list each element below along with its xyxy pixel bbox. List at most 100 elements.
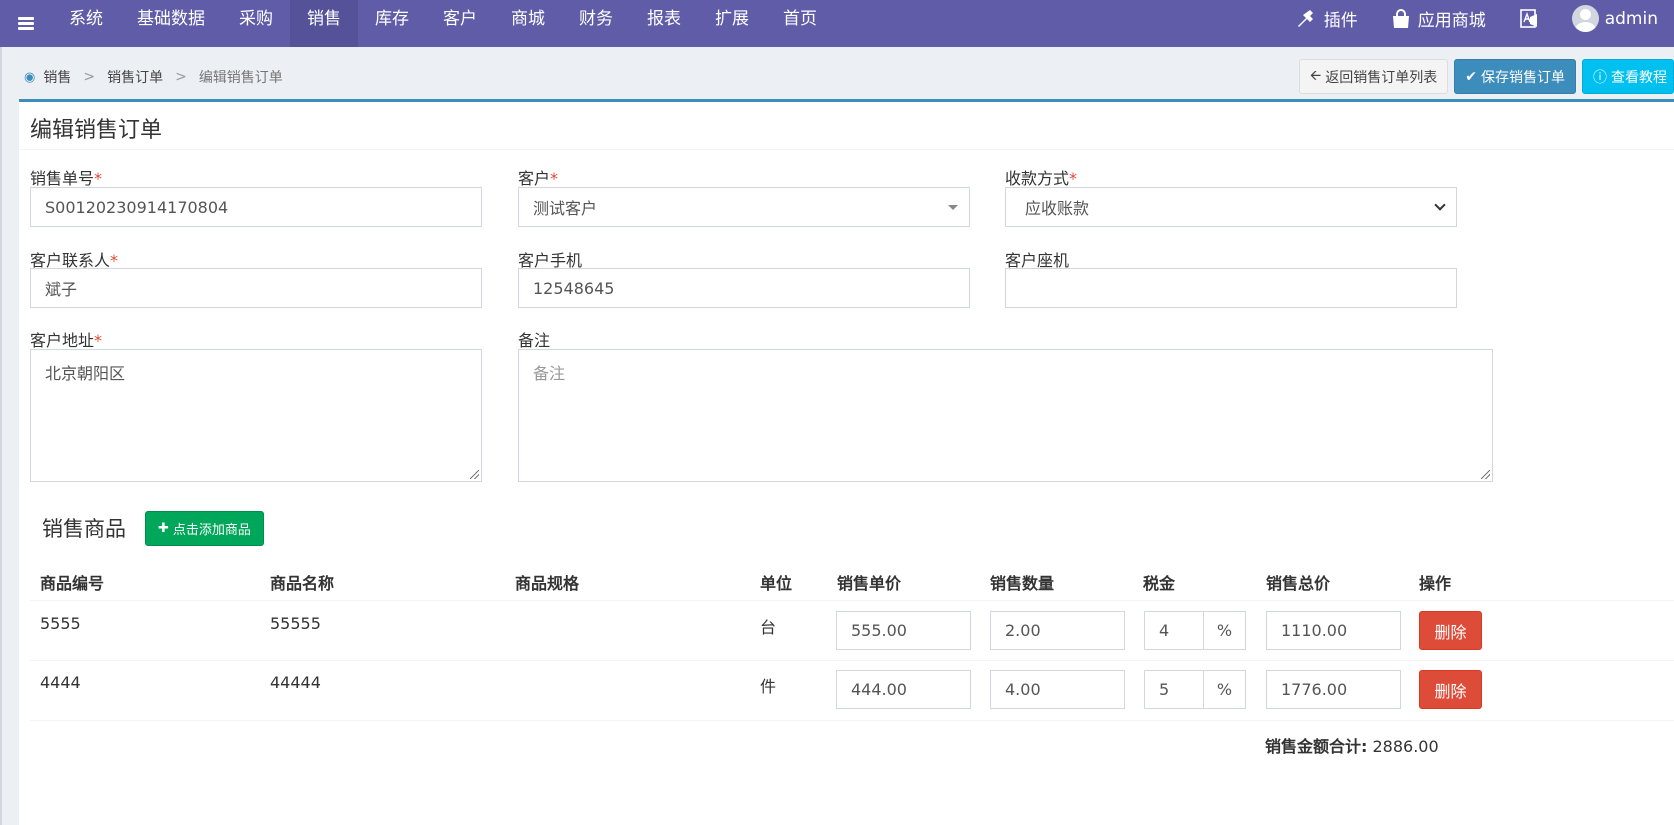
quantity-input[interactable]: 2.00 bbox=[990, 611, 1125, 650]
page-actions: 🡨 返回销售订单列表 ✔ 保存销售订单 ⓘ 查看教程 bbox=[1298, 59, 1674, 94]
customer-value: 测试客户 bbox=[533, 199, 598, 218]
add-product-button[interactable]: ✚ 点击添加商品 bbox=[145, 511, 264, 546]
save-order-label: 保存销售订单 bbox=[1481, 69, 1565, 86]
customer-select[interactable]: 测试客户 bbox=[518, 187, 970, 227]
back-to-list-button[interactable]: 🡨 返回销售订单列表 bbox=[1298, 59, 1449, 94]
row-divider bbox=[30, 720, 1674, 721]
column-header: 单位 bbox=[760, 574, 793, 593]
avatar bbox=[1571, 5, 1599, 32]
breadcrumb-separator: > bbox=[175, 69, 187, 85]
nav-item-reports[interactable]: 报表 bbox=[630, 0, 698, 47]
address-label: 客户地址* bbox=[30, 331, 103, 350]
plugin-link[interactable]: 插件 bbox=[1280, 0, 1374, 47]
breadcrumb-current: 编辑销售订单 bbox=[198, 70, 283, 86]
order-no-label: 销售单号* bbox=[30, 169, 103, 188]
nav-item-inventory[interactable]: 库存 bbox=[358, 0, 426, 47]
nav-item-home[interactable]: 首页 bbox=[766, 0, 834, 47]
product-unit: 件 bbox=[760, 677, 777, 696]
plus-icon: ✚ bbox=[158, 521, 169, 536]
mobile-field[interactable]: 12548645 bbox=[518, 268, 970, 308]
resize-handle[interactable] bbox=[470, 470, 479, 479]
translate-icon bbox=[1519, 8, 1537, 28]
breadcrumb-separator: > bbox=[83, 69, 96, 85]
sales-total-label: 销售金额合计: bbox=[1265, 737, 1368, 756]
sales-total-value: 2886.00 bbox=[1372, 737, 1439, 756]
customer-label: 客户* bbox=[518, 169, 559, 188]
product-unit: 台 bbox=[760, 618, 777, 637]
main-menu: 系统 基础数据 采购 销售 库存 客户 商城 财务 报表 扩展 首页 bbox=[52, 0, 834, 47]
add-product-label: 点击添加商品 bbox=[172, 523, 251, 538]
nav-item-system[interactable]: 系统 bbox=[52, 0, 120, 47]
nav-item-mall[interactable]: 商城 bbox=[494, 0, 562, 47]
view-tutorial-button[interactable]: ⓘ 查看教程 bbox=[1582, 59, 1674, 94]
app-store-label: 应用商城 bbox=[1417, 11, 1486, 31]
check-icon: ✔ bbox=[1465, 68, 1477, 85]
app-store-link[interactable]: 应用商城 bbox=[1374, 0, 1502, 47]
column-header: 商品名称 bbox=[270, 574, 335, 593]
order-no-field[interactable]: S00120230914170804 bbox=[30, 187, 482, 227]
column-header: 商品编号 bbox=[40, 574, 105, 593]
percent-addon: % bbox=[1203, 611, 1246, 650]
page-title: 编辑销售订单 bbox=[30, 118, 163, 143]
percent-addon: % bbox=[1203, 670, 1246, 709]
product-code: 4444 bbox=[40, 673, 81, 692]
product-name: 55555 bbox=[270, 614, 321, 633]
plug-icon bbox=[1297, 9, 1313, 27]
column-header: 销售单价 bbox=[837, 574, 902, 593]
info-circle-icon: ⓘ bbox=[1593, 69, 1607, 86]
nav-item-purchase[interactable]: 采购 bbox=[222, 0, 290, 47]
remark-placeholder: 备注 bbox=[533, 364, 566, 383]
breadcrumb-parent[interactable]: 销售订单 bbox=[107, 67, 163, 87]
nav-item-finance[interactable]: 财务 bbox=[562, 0, 630, 47]
menu-toggle-icon[interactable] bbox=[0, 0, 52, 47]
nav-item-base-data[interactable]: 基础数据 bbox=[120, 0, 222, 47]
shopping-bag-icon bbox=[1392, 8, 1409, 28]
plugin-label: 插件 bbox=[1323, 11, 1358, 31]
total-input[interactable]: 1110.00 bbox=[1266, 611, 1401, 650]
total-input[interactable]: 1776.00 bbox=[1266, 670, 1401, 709]
product-name: 44444 bbox=[270, 673, 321, 692]
back-to-list-label: 返回销售订单列表 bbox=[1325, 69, 1438, 86]
column-header: 操作 bbox=[1419, 574, 1452, 593]
column-header: 销售总价 bbox=[1266, 574, 1331, 593]
arrow-left-icon: 🡨 bbox=[1309, 67, 1322, 84]
delete-row-button[interactable]: 删除 bbox=[1419, 670, 1482, 709]
payment-method-label: 收款方式* bbox=[1005, 169, 1078, 188]
price-input[interactable]: 444.00 bbox=[836, 670, 971, 709]
payment-method-value: 应收账款 bbox=[1025, 199, 1090, 218]
save-order-button[interactable]: ✔ 保存销售订单 bbox=[1454, 59, 1576, 94]
delete-row-button[interactable]: 删除 bbox=[1419, 611, 1482, 650]
nav-item-sales[interactable]: 销售 bbox=[290, 0, 358, 47]
tax-input[interactable]: 4 bbox=[1144, 611, 1204, 650]
column-header: 商品规格 bbox=[515, 574, 580, 593]
tax-input[interactable]: 5 bbox=[1144, 670, 1204, 709]
resize-handle[interactable] bbox=[1481, 470, 1490, 479]
price-input[interactable]: 555.00 bbox=[836, 611, 971, 650]
language-switch[interactable] bbox=[1502, 0, 1556, 47]
quantity-input[interactable]: 4.00 bbox=[990, 670, 1125, 709]
top-navbar: 系统 基础数据 采购 销售 库存 客户 商城 财务 报表 扩展 首页 插件 应用… bbox=[0, 0, 1674, 47]
remark-label: 备注 bbox=[518, 331, 551, 350]
contact-field[interactable]: 斌子 bbox=[30, 268, 482, 308]
edit-order-box: 编辑销售订单 销售单号* S00120230914170804 客户* 测试客户… bbox=[19, 99, 1674, 825]
row-divider bbox=[30, 600, 1674, 601]
breadcrumb: ◉ 销售 > 销售订单 > 编辑销售订单 bbox=[24, 67, 283, 87]
address-value: 北京朝阳区 bbox=[45, 364, 126, 383]
remark-field[interactable]: 备注 bbox=[518, 349, 1493, 482]
user-name: admin bbox=[1604, 8, 1658, 29]
nav-item-customer[interactable]: 客户 bbox=[426, 0, 494, 47]
address-field[interactable]: 北京朝阳区 bbox=[30, 349, 482, 482]
column-header: 税金 bbox=[1143, 574, 1176, 593]
products-section-title: 销售商品 bbox=[42, 517, 126, 541]
landline-field[interactable] bbox=[1005, 268, 1457, 308]
payment-method-select[interactable]: 应收账款 bbox=[1005, 187, 1457, 227]
product-code: 5555 bbox=[40, 614, 81, 633]
dashboard-icon: ◉ bbox=[24, 69, 36, 85]
chevron-down-icon bbox=[1434, 199, 1446, 211]
user-menu[interactable]: admin bbox=[1556, 0, 1674, 47]
row-divider bbox=[30, 660, 1674, 661]
column-header: 销售数量 bbox=[990, 574, 1055, 593]
nav-item-extensions[interactable]: 扩展 bbox=[698, 0, 766, 47]
breadcrumb-root[interactable]: 销售 bbox=[43, 67, 71, 87]
left-border bbox=[0, 47, 2, 825]
